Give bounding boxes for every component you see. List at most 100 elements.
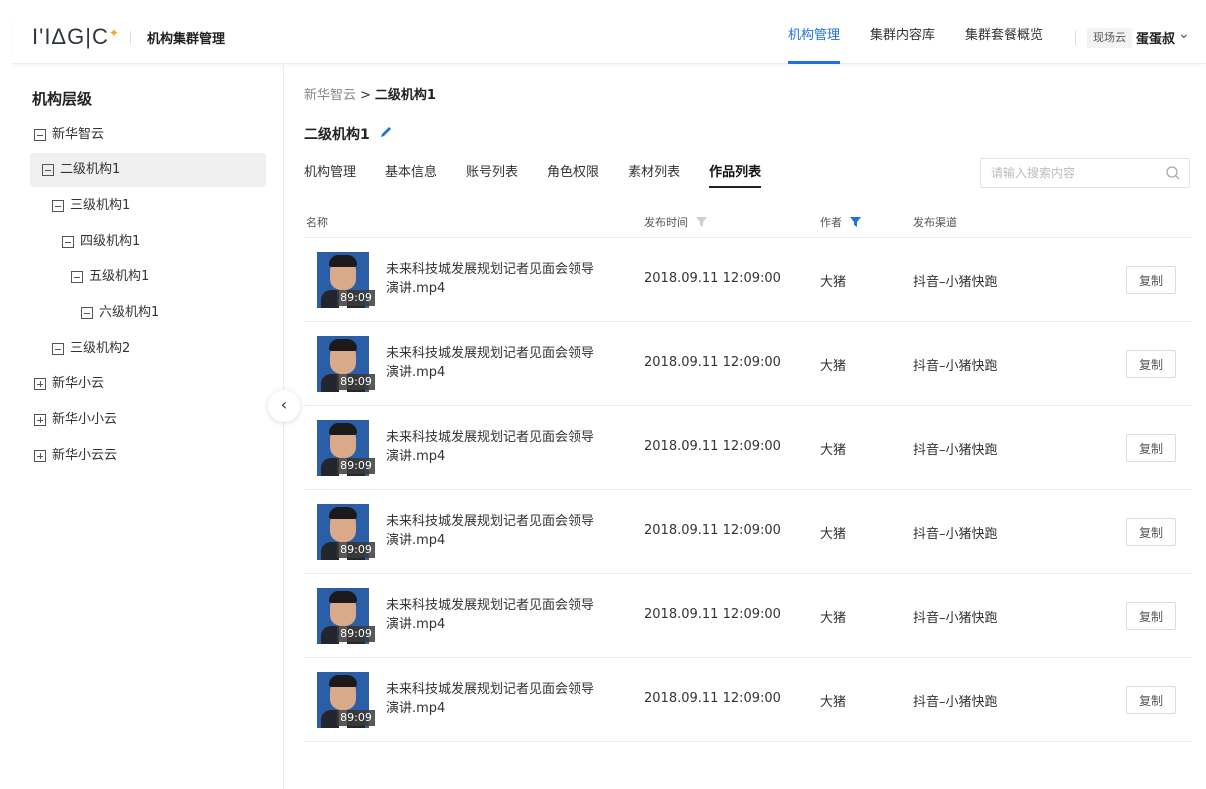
column-header-name: 名称: [306, 216, 328, 229]
publish-time: 2018.09.11 12:09:00: [644, 607, 781, 622]
filter-icon[interactable]: [850, 217, 861, 227]
column-header-channel: 发布渠道: [913, 216, 957, 229]
table-row: 89:09 未来科技城发展规划记者见面会领导演讲.mp4 2018.09.11 12…: [304, 490, 1192, 574]
video-duration: 89:09: [337, 710, 375, 726]
nav-item-org-management[interactable]: 机构管理: [788, 12, 841, 64]
tree-item-label: 二级机构1: [60, 162, 121, 177]
collapse-icon[interactable]: [34, 129, 46, 141]
collapse-icon[interactable]: [52, 343, 64, 355]
collapse-icon[interactable]: [71, 271, 83, 283]
video-name: 未来科技城发展规划记者见面会领导演讲.mp4: [386, 598, 595, 632]
logo-star-icon: ✦: [108, 26, 120, 40]
publish-time: 2018.09.11 12:09:00: [644, 439, 781, 454]
publish-time: 2018.09.11 12:09:00: [644, 691, 781, 706]
table-row: 89:09 未来科技城发展规划记者见面会领导演讲.mp4 2018.09.11 12…: [304, 322, 1192, 406]
video-duration: 89:09: [337, 626, 375, 642]
column-header-label: 作者: [820, 216, 842, 229]
column-header-time[interactable]: 发布时间: [644, 214, 707, 230]
tree-item[interactable]: 六级机构1: [81, 296, 251, 330]
tab-works-list[interactable]: 作品列表: [709, 156, 762, 190]
tree-item[interactable]: 五级机构1: [71, 260, 251, 294]
publish-time: 2018.09.11 12:09:00: [644, 271, 781, 286]
collapse-chevron-icon[interactable]: ‹: [268, 390, 300, 422]
page-title: 二级机构1: [304, 127, 370, 143]
publish-channel: 抖音–小猪快跑: [913, 611, 998, 626]
table-row: 89:09 未来科技城发展规划记者见面会领导演讲.mp4 2018.09.11 12…: [304, 658, 1192, 742]
breadcrumb: 新华智云 > 二级机构1: [304, 84, 436, 103]
video-name: 未来科技城发展规划记者见面会领导演讲.mp4: [386, 682, 595, 716]
copy-button[interactable]: 复制: [1126, 434, 1176, 462]
edit-icon[interactable]: [378, 124, 394, 140]
tab-material-list[interactable]: 素材列表: [628, 156, 680, 190]
tree-item[interactable]: 新华智云: [34, 118, 274, 152]
chevron-down-icon[interactable]: ⌄: [1178, 26, 1190, 42]
video-duration: 89:09: [337, 374, 375, 390]
tree-item[interactable]: 新华小云: [34, 367, 234, 401]
table-row: 89:09 未来科技城发展规划记者见面会领导演讲.mp4 2018.09.11 12…: [304, 574, 1192, 658]
tree-item[interactable]: 四级机构1: [62, 225, 252, 259]
expand-icon[interactable]: [34, 378, 46, 390]
tree-item-label: 新华小云云: [52, 448, 118, 463]
tree-item-active[interactable]: 二级机构1: [30, 153, 266, 187]
collapse-icon[interactable]: [81, 307, 93, 319]
copy-button[interactable]: 复制: [1126, 602, 1176, 630]
column-header-label: 发布时间: [644, 216, 688, 229]
tree-item[interactable]: 新华小云云: [34, 439, 234, 473]
tab-basic-info[interactable]: 基本信息: [385, 156, 437, 190]
nav-item-content-library[interactable]: 集群内容库: [870, 12, 935, 64]
video-name: 未来科技城发展规划记者见面会领导演讲.mp4: [386, 514, 595, 548]
tree-item-label: 五级机构1: [89, 269, 150, 284]
breadcrumb-current: 二级机构1: [374, 88, 436, 103]
collapse-icon[interactable]: [42, 164, 54, 176]
collapse-icon[interactable]: [62, 236, 74, 248]
copy-button[interactable]: 复制: [1126, 518, 1176, 546]
publish-channel: 抖音–小猪快跑: [913, 275, 998, 290]
tree-item[interactable]: 三级机构2: [52, 332, 252, 366]
sidebar: 机构层级 新华智云 二级机构1 三级机构1 四级机构1 五级机构1 六级机构1 …: [12, 64, 284, 789]
logo[interactable]: I'IΔG|C✦: [32, 26, 120, 48]
nav-item-package-overview[interactable]: 集群套餐概览: [965, 12, 1043, 64]
publish-time: 2018.09.11 12:09:00: [644, 355, 781, 370]
tenant-tag: 现场云: [1087, 28, 1132, 48]
author: 大猪: [820, 275, 847, 290]
video-duration: 89:09: [337, 458, 375, 474]
search-icon[interactable]: [1165, 165, 1181, 181]
tab-org-management[interactable]: 机构管理: [304, 156, 356, 190]
tree-item[interactable]: 三级机构1: [52, 189, 252, 223]
filter-icon[interactable]: [696, 217, 707, 227]
tree-item-label: 三级机构1: [70, 198, 131, 213]
copy-button[interactable]: 复制: [1126, 266, 1176, 294]
top-nav: 机构管理 集群内容库 集群套餐概览: [788, 12, 1073, 64]
breadcrumb-root[interactable]: 新华智云: [304, 88, 356, 103]
column-header-author[interactable]: 作者: [820, 214, 861, 230]
tree-item-label: 三级机构2: [70, 341, 131, 356]
tree-item-label: 新华小小云: [52, 412, 118, 427]
table-header: 名称 发布时间 作者 发布渠道: [304, 204, 1192, 238]
tree-item[interactable]: 新华小小云: [34, 403, 234, 437]
header-divider: [130, 31, 131, 45]
tree-item-label: 新华智云: [52, 127, 105, 142]
expand-icon[interactable]: [34, 414, 46, 426]
author: 大猪: [820, 443, 847, 458]
search-input[interactable]: [981, 159, 1151, 187]
tree-item-label: 新华小云: [52, 376, 105, 391]
thumbnail-figure: [329, 339, 357, 351]
publish-channel: 抖音–小猪快跑: [913, 359, 998, 374]
tab-role-permissions[interactable]: 角色权限: [547, 156, 599, 190]
publish-channel: 抖音–小猪快跑: [913, 443, 998, 458]
thumbnail-figure: [329, 591, 357, 603]
thumbnail-figure: [329, 507, 357, 519]
sidebar-title: 机构层级: [32, 90, 93, 108]
user-name[interactable]: 蛋蛋叔: [1136, 28, 1175, 47]
author: 大猪: [820, 527, 847, 542]
tab-account-list[interactable]: 账号列表: [466, 156, 518, 190]
publish-time: 2018.09.11 12:09:00: [644, 523, 781, 538]
expand-icon[interactable]: [34, 450, 46, 462]
copy-button[interactable]: 复制: [1126, 350, 1176, 378]
thumbnail-figure: [329, 675, 357, 687]
collapse-icon[interactable]: [52, 200, 64, 212]
copy-button[interactable]: 复制: [1126, 686, 1176, 714]
app-title: 机构集群管理: [147, 32, 226, 47]
publish-channel: 抖音–小猪快跑: [913, 527, 998, 542]
video-name: 未来科技城发展规划记者见面会领导演讲.mp4: [386, 346, 595, 380]
